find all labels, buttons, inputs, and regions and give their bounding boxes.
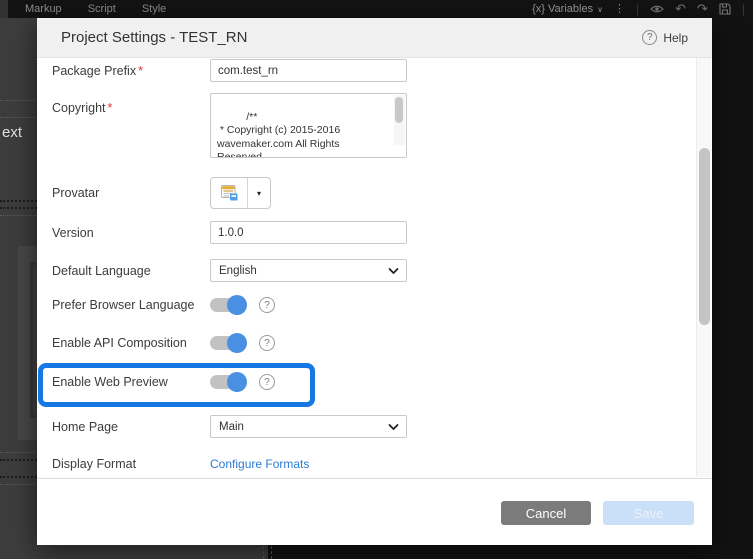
textarea-resize-handle[interactable] <box>394 145 405 156</box>
required-asterisk: * <box>138 64 143 78</box>
field-row-enable-web-preview: Enable Web Preview ? <box>52 372 275 392</box>
app-window: Markup Script Style {x} Variables ∨ ⋮ | … <box>0 0 753 559</box>
provatar-control: ▾ <box>210 177 271 209</box>
toggle-knob <box>227 333 247 353</box>
field-row-default-language: Default Language English <box>52 259 407 282</box>
package-prefix-label: Package Prefix* <box>52 64 210 78</box>
provatar-list-icon <box>219 183 240 203</box>
undo-icon[interactable]: ↶ <box>675 0 686 18</box>
cancel-button[interactable]: Cancel <box>501 501 591 525</box>
textarea-scrollbar-thumb[interactable] <box>395 97 403 123</box>
editor-toolbar: Markup Script Style {x} Variables ∨ ⋮ | … <box>0 0 753 18</box>
help-tooltip-icon[interactable]: ? <box>259 297 275 313</box>
home-page-select[interactable]: Main <box>210 415 407 438</box>
save-button[interactable]: Save <box>603 501 694 525</box>
dialog-header: Project Settings - TEST_RN ? Help <box>37 18 712 58</box>
variables-label: {x} Variables <box>532 3 593 15</box>
dialog-title: Project Settings - TEST_RN <box>61 29 247 46</box>
help-label: Help <box>663 31 688 45</box>
field-row-enable-api-composition: Enable API Composition ? <box>52 333 275 353</box>
dialog-footer: Cancel Save <box>37 478 712 545</box>
display-format-label: Display Format <box>52 457 210 471</box>
canvas-partial-text: ext <box>2 124 22 141</box>
toolbar-divider: | <box>636 2 639 16</box>
redo-icon[interactable]: ↷ <box>697 0 708 18</box>
dialog-body: Package Prefix* Copyright* /** * Copyrig… <box>37 58 712 477</box>
copyright-text: /** * Copyright (c) 2015-2016 wavemaker.… <box>217 111 373 159</box>
save-file-icon[interactable] <box>719 3 731 15</box>
tab-markup[interactable]: Markup <box>25 3 62 15</box>
copyright-label: Copyright* <box>52 93 210 115</box>
enable-web-preview-label: Enable Web Preview <box>52 375 210 389</box>
toggle-knob <box>227 295 247 315</box>
toggle-knob <box>227 372 247 392</box>
field-row-home-page: Home Page Main <box>52 415 407 438</box>
toolbar-divider-2: | <box>742 2 745 16</box>
version-label: Version <box>52 226 210 240</box>
field-row-package-prefix: Package Prefix* <box>52 59 407 82</box>
chevron-down-icon <box>388 422 399 434</box>
help-tooltip-icon[interactable]: ? <box>259 374 275 390</box>
help-tooltip-icon[interactable]: ? <box>259 335 275 351</box>
dialog-scrollbar-thumb[interactable] <box>699 148 710 325</box>
version-input[interactable] <box>210 221 407 244</box>
default-language-value: English <box>219 265 257 277</box>
variables-menu[interactable]: {x} Variables ∨ <box>532 3 603 15</box>
chevron-down-icon <box>388 266 399 278</box>
editor-mode-tabs: Markup Script Style <box>25 3 166 15</box>
dialog-scrollbar[interactable] <box>696 58 711 477</box>
default-language-label: Default Language <box>52 264 210 278</box>
active-tab-sliver <box>0 0 8 18</box>
field-row-provatar: Provatar ▾ <box>52 178 271 208</box>
field-row-version: Version <box>52 221 407 244</box>
home-page-label: Home Page <box>52 420 210 434</box>
tab-style[interactable]: Style <box>142 3 166 15</box>
enable-api-composition-toggle[interactable] <box>210 336 245 350</box>
help-question-icon: ? <box>642 30 657 45</box>
configure-formats-link[interactable]: Configure Formats <box>210 457 309 471</box>
prefer-browser-language-toggle[interactable] <box>210 298 245 312</box>
enable-api-composition-label: Enable API Composition <box>52 336 210 350</box>
textarea-scrollbar[interactable] <box>394 95 405 145</box>
field-row-display-format: Display Format Configure Formats <box>52 456 309 472</box>
required-asterisk: * <box>108 101 113 115</box>
chevron-down-icon: ∨ <box>597 5 603 14</box>
provatar-label: Provatar <box>52 186 210 200</box>
field-row-copyright: Copyright* /** * Copyright (c) 2015-2016… <box>52 93 407 158</box>
help-button[interactable]: ? Help <box>642 30 688 45</box>
kebab-menu-icon[interactable]: ⋮ <box>614 0 625 18</box>
provatar-dropdown-button[interactable]: ▾ <box>248 178 270 208</box>
toolbar-right-icons: {x} Variables ∨ ⋮ | ↶ ↷ | <box>532 0 745 18</box>
copyright-textarea[interactable]: /** * Copyright (c) 2015-2016 wavemaker.… <box>210 93 407 158</box>
project-settings-dialog: Project Settings - TEST_RN ? Help Packag… <box>37 18 712 545</box>
enable-web-preview-toggle[interactable] <box>210 375 245 389</box>
field-row-prefer-browser-language: Prefer Browser Language ? <box>52 295 275 315</box>
default-language-select[interactable]: English <box>210 259 407 282</box>
preview-eye-icon[interactable] <box>650 4 664 14</box>
tab-script[interactable]: Script <box>88 3 116 15</box>
provatar-image-button[interactable] <box>211 178 248 208</box>
home-page-value: Main <box>219 421 244 433</box>
prefer-browser-language-label: Prefer Browser Language <box>52 298 210 312</box>
package-prefix-input[interactable] <box>210 59 407 82</box>
